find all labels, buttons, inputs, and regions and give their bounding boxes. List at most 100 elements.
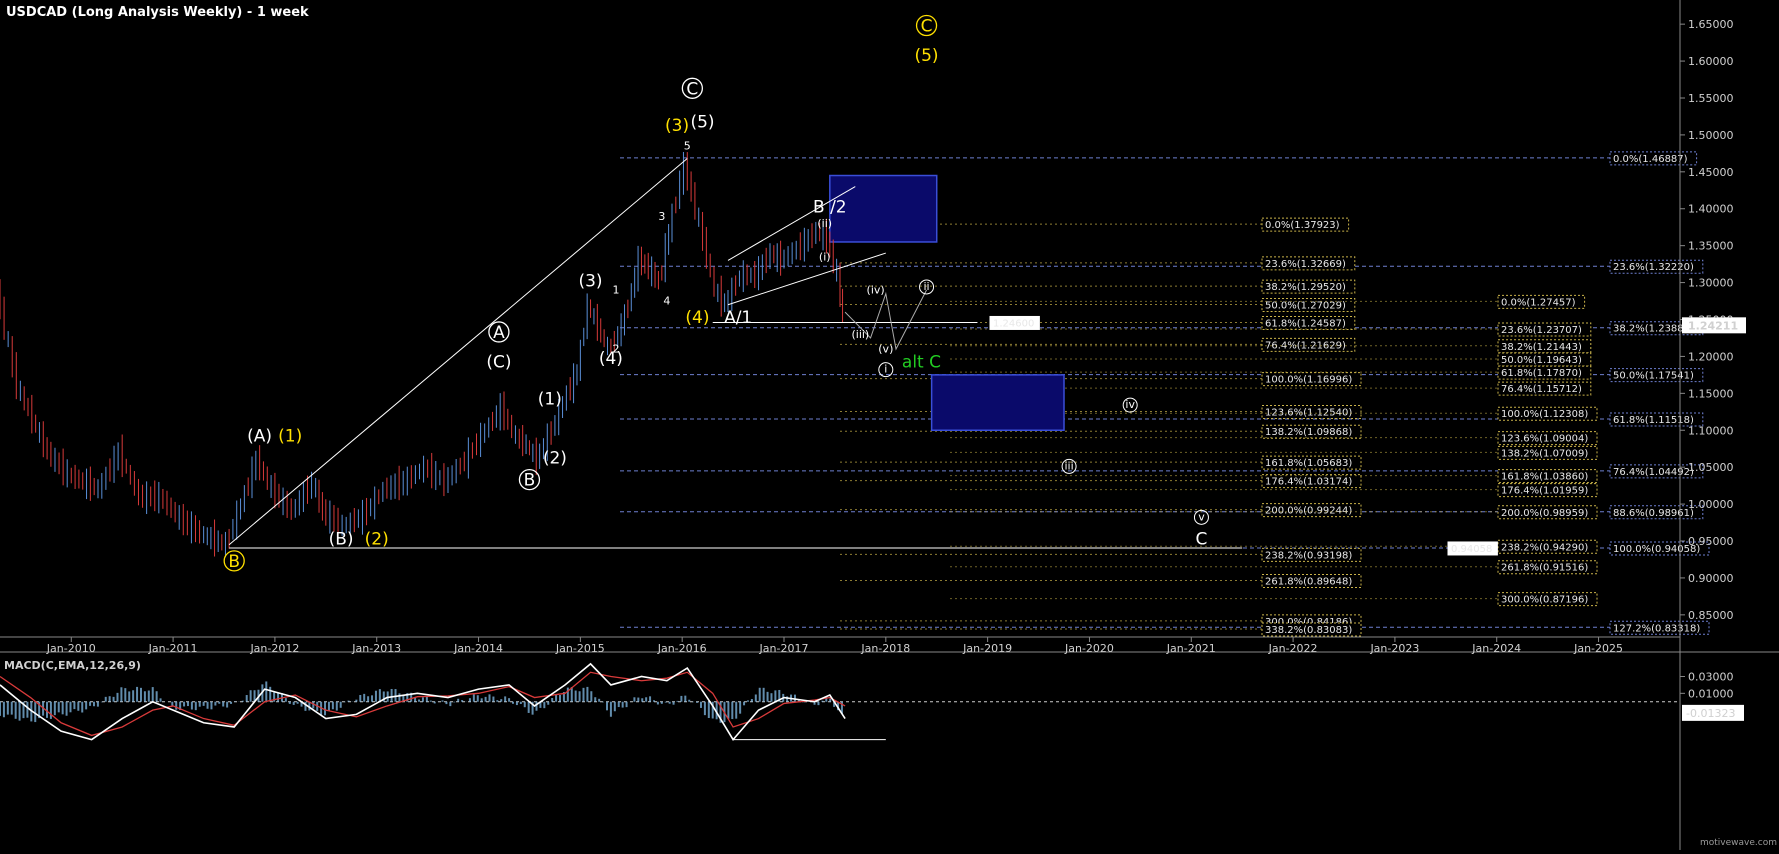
minor-wave-label: (i) [819, 250, 831, 263]
x-tick-label: Jan-2017 [759, 642, 809, 655]
chart-window: 0.0%(1.46887) 23.6%(1.32220) 38.2%(1.23889… [0, 0, 1779, 850]
wave-label: (2) [365, 530, 389, 550]
chart-title: USDCAD (Long Analysis Weekly) - 1 week [6, 5, 309, 20]
wave-label: B /2 [813, 197, 847, 217]
minor-wave-label: (iv) [867, 284, 885, 297]
fib-right-label: 200.0%(0.98959) [1501, 508, 1588, 519]
fib-right-label: 161.8%(1.03860) [1501, 472, 1588, 483]
wave-label: C [686, 79, 698, 99]
y-tick-label: 1.15000 [1688, 387, 1734, 400]
y-tick-label: 1.50000 [1688, 129, 1734, 142]
x-tick-label: Jan-2020 [1064, 642, 1114, 655]
fib-right-label: 50.0%(1.19643) [1501, 355, 1582, 366]
y-tick-label: 0.95000 [1688, 535, 1734, 548]
wave-label: B [524, 471, 536, 491]
fib-level-label: 127.2%(0.83318) [1613, 623, 1700, 634]
minor-wave-label: (v) [878, 343, 893, 356]
roman-wave-label: i [884, 363, 887, 376]
fib-right-label: 76.4%(1.15712) [1501, 384, 1582, 395]
level-label: 0.94058 [1451, 544, 1492, 555]
wave-label: C [1196, 530, 1208, 550]
minor-wave-label: 1 [613, 284, 620, 297]
wave-label: alt C [902, 352, 941, 372]
x-tick-label: Jan-2019 [962, 642, 1012, 655]
macd-y-tick-label: 0.03000 [1688, 671, 1734, 684]
fib-right-label: 123.6%(1.09004) [1501, 434, 1588, 445]
x-tick-label: Jan-2021 [1166, 642, 1216, 655]
x-tick-label: Jan-2013 [351, 642, 401, 655]
fib-mid-label: 50.0%(1.27029) [1265, 301, 1346, 312]
fib-right-label: 23.6%(1.23707) [1501, 325, 1582, 336]
wave-label: (1) [538, 389, 562, 409]
x-tick-label: Jan-2012 [249, 642, 299, 655]
wave-label: (5) [690, 113, 714, 133]
x-tick-label: Jan-2022 [1268, 642, 1318, 655]
wave-label: B [228, 552, 240, 572]
wave-label: (B) [329, 530, 354, 550]
macd-y-tick-label: 0.01000 [1688, 687, 1734, 700]
wave-label: (3) [665, 116, 689, 136]
fib-level-label: 88.6%(0.98961) [1613, 508, 1694, 519]
fib-mid-label: 176.4%(1.03174) [1265, 477, 1352, 488]
x-tick-label: Jan-2018 [860, 642, 910, 655]
wave-label: (1) [278, 426, 302, 446]
y-tick-label: 1.35000 [1688, 240, 1734, 253]
fib-right-label: 176.4%(1.01959) [1501, 486, 1588, 497]
wave-label: C [921, 17, 933, 37]
fib-level-label: 38.2%(1.23889) [1613, 324, 1694, 335]
fib-mid-label: 23.6%(1.32669) [1265, 259, 1346, 270]
wave-label: (2) [543, 448, 567, 468]
fib-right-label: 0.0%(1.27457) [1501, 297, 1576, 308]
fib-level-label: 0.0%(1.46887) [1613, 154, 1688, 165]
fib-right-label: 300.0%(0.87196) [1501, 595, 1588, 606]
fib-mid-label: 138.2%(1.09868) [1265, 427, 1352, 438]
fib-right-label: 38.2%(1.21443) [1501, 342, 1582, 353]
current-price-label: 1.24211 [1688, 319, 1738, 332]
fib-mid-label: 200.0%(0.99244) [1265, 506, 1352, 517]
y-tick-label: 1.65000 [1688, 18, 1734, 31]
fib-mid-label: 0.0%(1.37923) [1265, 220, 1340, 231]
x-tick-label: Jan-2016 [657, 642, 707, 655]
roman-wave-label: iii [1065, 459, 1074, 472]
wave-label: A [493, 323, 505, 343]
wave-label: (A) [247, 426, 272, 446]
minor-wave-label: 3 [658, 210, 665, 223]
fib-mid-label: 238.2%(0.93198) [1265, 550, 1352, 561]
fib-level-label: 76.4%(1.04492) [1613, 467, 1694, 478]
x-tick-label: Jan-2011 [148, 642, 198, 655]
fib-right-label: 138.2%(1.07009) [1501, 448, 1588, 459]
wave-label: A/1 [724, 308, 752, 328]
x-tick-label: Jan-2015 [555, 642, 605, 655]
fib-mid-label: 61.8%(1.24587) [1265, 319, 1346, 330]
wave-label: (3) [578, 271, 602, 291]
watermark: motivewave.com [1700, 838, 1777, 848]
y-tick-label: 1.20000 [1688, 350, 1734, 363]
x-tick-label: Jan-2025 [1573, 642, 1623, 655]
macd-title: MACD(C,EMA,12,26,9) [4, 659, 141, 672]
chart-background [0, 0, 1779, 850]
price-chart[interactable]: 0.0%(1.46887) 23.6%(1.32220) 38.2%(1.23889… [0, 0, 1779, 850]
target-box-altc [930, 374, 1065, 432]
x-tick-label: Jan-2023 [1369, 642, 1419, 655]
y-tick-label: 0.85000 [1688, 609, 1734, 622]
fib-level-label: 50.0%(1.17541) [1613, 371, 1694, 382]
fib-mid-label: 161.8%(1.05683) [1265, 458, 1352, 469]
y-tick-label: 1.40000 [1688, 203, 1734, 216]
x-tick-label: Jan-2010 [46, 642, 96, 655]
fib-right-label: 261.8%(0.91516) [1501, 563, 1588, 574]
y-tick-label: 1.30000 [1688, 277, 1734, 290]
x-tick-label: Jan-2014 [453, 642, 503, 655]
minor-wave-label: (ii) [817, 217, 832, 230]
fib-mid-label: 338.2%(0.83083) [1265, 625, 1352, 636]
fib-right-label: 238.2%(0.94290) [1501, 542, 1588, 553]
wave-label: (4) [685, 308, 709, 328]
fib-level-label: 61.8%(1.11518) [1613, 415, 1694, 426]
macd-value-label: -0.01323 [1686, 707, 1735, 720]
fib-right-label: 100.0%(1.12308) [1501, 409, 1588, 420]
wave-label: (C) [486, 352, 511, 372]
minor-wave-label: 5 [684, 140, 691, 153]
y-tick-label: 1.10000 [1688, 424, 1734, 437]
y-tick-label: 0.90000 [1688, 572, 1734, 585]
wave-label: (5) [914, 46, 938, 66]
y-tick-label: 1.05000 [1688, 461, 1734, 474]
